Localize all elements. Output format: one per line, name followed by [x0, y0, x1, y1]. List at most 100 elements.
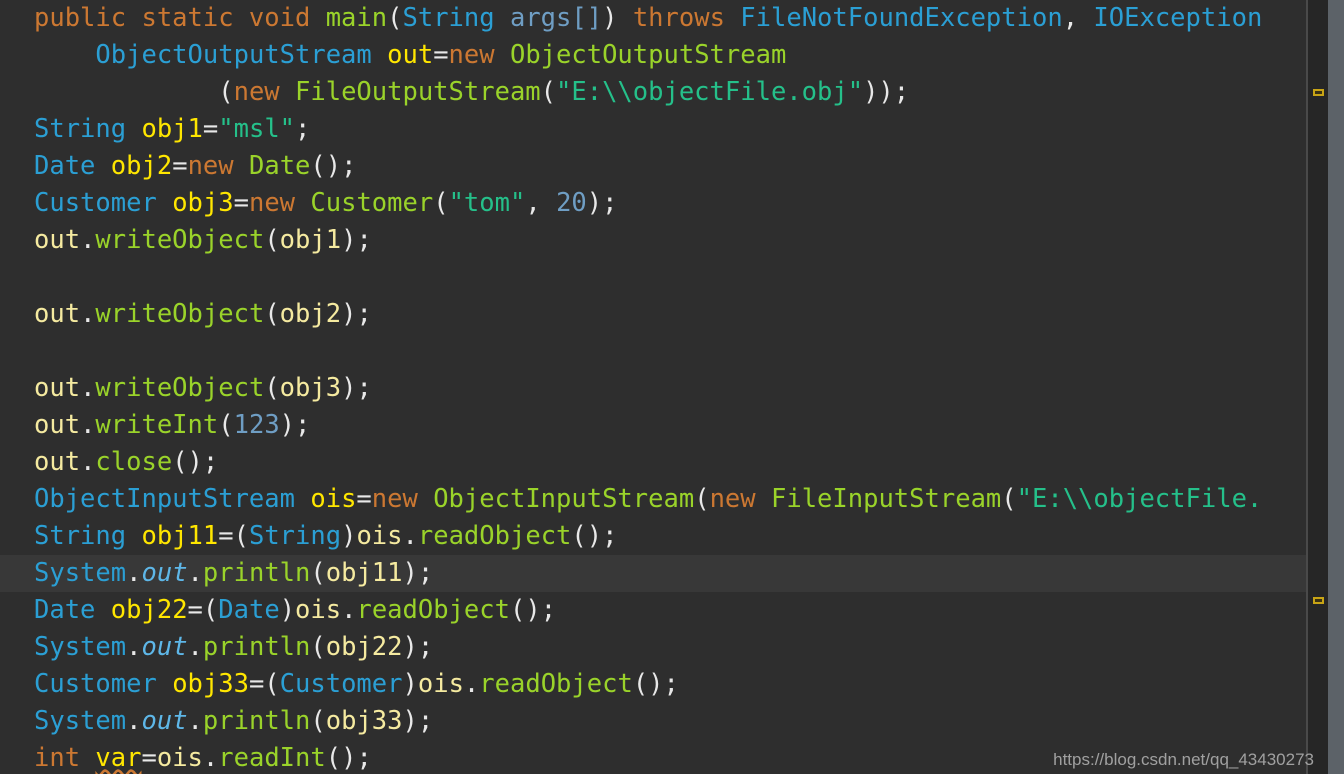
code-token-punc: ( [1001, 484, 1017, 514]
code-token-punc: . [463, 669, 480, 699]
code-token-field: obj1 [279, 225, 342, 255]
code-line[interactable]: ObjectInputStream ois=new ObjectInputStr… [0, 481, 1306, 518]
code-token-punc: ) [279, 595, 296, 625]
code-token-type: Customer [34, 188, 157, 218]
code-line[interactable]: Date obj22=(Date)ois.readObject(); [0, 592, 1306, 629]
code-token-kw: public static void [34, 3, 326, 33]
code-token-punc: . [187, 706, 203, 736]
code-token-punc: (); [510, 595, 557, 625]
code-token-punc: ( [264, 225, 280, 255]
code-token-punc: ( [264, 373, 280, 403]
code-line[interactable]: out.writeObject(obj2); [0, 296, 1306, 333]
code-token-punc: ( [218, 77, 234, 107]
code-line[interactable]: public static void main(String args[]) t… [0, 0, 1306, 37]
code-line[interactable]: String obj11=(String)ois.readObject(); [0, 518, 1306, 555]
code-line[interactable]: Date obj2=new Date(); [0, 148, 1306, 185]
code-token-punc: ) [341, 521, 357, 551]
code-token-punc: ); [586, 188, 618, 218]
code-token-punc: . [80, 447, 96, 477]
code-token-type: FileNotFoundException [740, 3, 1063, 33]
code-token-class: FileOutputStream [295, 77, 541, 107]
code-token-punc: , [1062, 3, 1094, 33]
code-token-punc: ; [295, 114, 311, 144]
code-token-type: String [402, 3, 495, 33]
code-line[interactable]: Customer obj33=(Customer)ois.readObject(… [0, 666, 1306, 703]
code-editor-screenshot: public static void main(String args[]) t… [0, 0, 1344, 774]
code-token-type: Date [218, 595, 280, 625]
code-line[interactable]: out.writeInt(123); [0, 407, 1306, 444]
code-token-punc: =( [218, 521, 249, 551]
code-token-kw: new [248, 188, 296, 218]
code-token-class: Customer [310, 188, 434, 218]
code-line[interactable]: System.out.println(obj22); [0, 629, 1306, 666]
code-line[interactable]: System.out.println(obj33); [0, 703, 1306, 740]
code-token-punc: = [141, 743, 157, 773]
code-token-punc: ); [341, 373, 372, 403]
code-line[interactable] [0, 333, 1306, 370]
code-token-field: ois [295, 595, 342, 625]
code-token-field: obj2 [279, 299, 342, 329]
code-editor-text-area[interactable]: public static void main(String args[]) t… [0, 0, 1306, 774]
code-line[interactable]: out.writeObject(obj1); [0, 222, 1306, 259]
code-token-class: Date [248, 151, 311, 181]
code-token-str: "E:\\objectFile. [1016, 484, 1263, 514]
code-line[interactable]: ObjectOutputStream out=new ObjectOutputS… [0, 37, 1306, 74]
code-token-var: ois [310, 484, 357, 514]
code-token-punc: =( [248, 669, 280, 699]
code-line[interactable] [0, 259, 1306, 296]
code-line[interactable]: int var=ois.readInt(); [0, 740, 1306, 774]
vertical-scrollbar-thumb[interactable] [1328, 0, 1344, 774]
code-token-type: System [34, 706, 127, 736]
code-token-punc: . [126, 632, 142, 662]
vertical-scrollbar-track[interactable] [1328, 0, 1344, 774]
code-token-str: "msl" [218, 114, 296, 144]
code-line[interactable]: System.out.println(obj11); [0, 555, 1306, 592]
code-line[interactable]: out.writeObject(obj3); [0, 370, 1306, 407]
warning-marker[interactable] [1313, 89, 1324, 96]
code-token-method: writeInt [95, 410, 219, 440]
code-token-field: out [34, 447, 81, 477]
code-token-punc: = [202, 114, 219, 144]
code-token-punc: ( [433, 188, 449, 218]
code-token-punc: = [433, 40, 449, 70]
code-token-field: ois [356, 521, 403, 551]
code-line[interactable]: String obj1="msl"; [0, 111, 1306, 148]
code-token-punc: . [187, 558, 203, 588]
code-token-punc: ) [602, 3, 633, 33]
code-token-punc: (); [310, 151, 357, 181]
warning-marker[interactable] [1313, 597, 1324, 604]
code-token-var: obj11 [141, 521, 219, 551]
code-token-kw: new [233, 77, 280, 107]
code-token-punc: ( [264, 299, 280, 329]
code-token-type: ObjectInputStream [34, 484, 295, 514]
code-token-punc: (); [632, 669, 679, 699]
code-token-punc: ); [279, 410, 311, 440]
code-line[interactable]: (new FileOutputStream("E:\\objectFile.ob… [0, 74, 1306, 111]
code-token-type: Date [34, 151, 96, 181]
code-token-punc: = [172, 151, 188, 181]
code-token-punc: . [202, 743, 219, 773]
code-line[interactable]: Customer obj3=new Customer("tom", 20); [0, 185, 1306, 222]
code-token-kw: int [34, 743, 81, 773]
code-line[interactable]: out.close(); [0, 444, 1306, 481]
code-token-field: ois [417, 669, 464, 699]
code-token-punc: =( [187, 595, 219, 625]
code-token-field: ois [156, 743, 203, 773]
code-token-punc: ( [310, 558, 326, 588]
code-token-punc: = [233, 188, 249, 218]
error-marks-column[interactable] [1308, 0, 1328, 774]
code-token-punc: , [525, 188, 557, 218]
code-token-str: "tom" [448, 188, 526, 218]
code-token-type: String [248, 521, 342, 551]
code-token-var: obj22 [110, 595, 188, 625]
code-token-punc: = [356, 484, 372, 514]
